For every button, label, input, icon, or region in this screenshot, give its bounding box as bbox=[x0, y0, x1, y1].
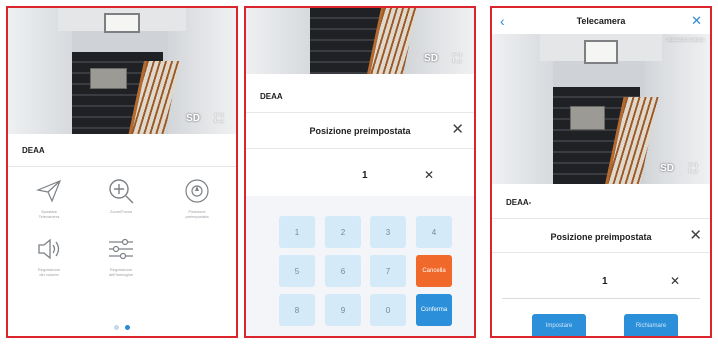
panel-camera-controls: SD ⛶ DEAA Spostare Telecamera Zoom/Focus… bbox=[6, 6, 238, 338]
close-icon[interactable]: ✕ bbox=[451, 122, 464, 137]
key-3[interactable]: 3 bbox=[370, 216, 406, 248]
key-4[interactable]: 4 bbox=[416, 216, 452, 248]
sd-button[interactable]: SD bbox=[424, 53, 438, 64]
input-underline bbox=[502, 298, 700, 299]
camera-feed[interactable]: 2019-02-01 14:53:34 SD ⛶ bbox=[492, 34, 710, 184]
wall-picture bbox=[583, 40, 619, 64]
numeric-keypad: 1 2 3 4 5 6 7 Cancella 8 9 0 Conferma bbox=[246, 196, 474, 336]
key-5[interactable]: 5 bbox=[279, 255, 315, 287]
key-1[interactable]: 1 bbox=[279, 216, 315, 248]
sd-button[interactable]: SD bbox=[660, 163, 674, 174]
panel-preset-keypad: SD ⛶ DEAA Posizione preimpostata ✕ 1 ✕ 1… bbox=[244, 6, 476, 338]
page-indicator bbox=[114, 325, 130, 330]
confirm-button[interactable]: Conferma bbox=[416, 294, 452, 326]
fullscreen-icon[interactable]: ⛶ bbox=[448, 52, 466, 66]
sd-button[interactable]: SD bbox=[186, 113, 200, 124]
richiamare-button[interactable]: Richiamare bbox=[624, 314, 678, 336]
wall-picture bbox=[103, 13, 141, 34]
speaker-icon bbox=[38, 238, 60, 260]
camera-feed[interactable]: SD ⛶ bbox=[246, 8, 474, 74]
close-icon[interactable]: ✕ bbox=[689, 228, 702, 243]
key-8[interactable]: 8 bbox=[279, 294, 315, 326]
move-camera-button[interactable]: Spostare Telecamera bbox=[20, 176, 78, 219]
zoom-focus-button[interactable]: Zoom/Focus bbox=[92, 176, 150, 214]
fullscreen-icon[interactable]: ⛶ bbox=[210, 112, 228, 126]
key-7[interactable]: 7 bbox=[370, 255, 406, 287]
key-2[interactable]: 2 bbox=[325, 216, 361, 248]
control-label: Regolazione dell'immagine bbox=[108, 267, 134, 277]
back-chevron-icon[interactable]: ‹ bbox=[500, 13, 505, 29]
volume-button[interactable]: Regolazione del volume bbox=[20, 234, 78, 277]
camera-feed[interactable]: SD ⛶ bbox=[8, 8, 236, 134]
settings-tool-icon[interactable]: ✕ bbox=[691, 13, 702, 29]
page-dot-active[interactable] bbox=[125, 325, 130, 330]
impostare-button[interactable]: Impostare bbox=[532, 314, 586, 336]
divider bbox=[246, 112, 474, 113]
target-icon bbox=[185, 179, 209, 203]
control-label: Zoom/Focus bbox=[109, 209, 133, 214]
divider bbox=[492, 218, 710, 219]
key-0[interactable]: 0 bbox=[370, 294, 406, 326]
dialog-title: Posizione preimpostata bbox=[309, 126, 411, 136]
panel-preset-actions: ‹ Telecamera ✕ 2019-02-01 14:53:34 SD ⛶ … bbox=[490, 6, 712, 338]
zoom-plus-icon bbox=[109, 179, 134, 204]
key-6[interactable]: 6 bbox=[325, 255, 361, 287]
control-label: Posizione preimpostata bbox=[185, 209, 209, 219]
fullscreen-icon[interactable]: ⛶ bbox=[684, 162, 702, 176]
control-label: Regolazione del volume bbox=[37, 267, 61, 277]
clear-input-icon[interactable]: ✕ bbox=[670, 274, 680, 288]
preset-value[interactable]: 1 bbox=[362, 170, 368, 181]
dialog-title: Posizione preimpostata bbox=[550, 232, 652, 242]
door-mat bbox=[570, 106, 606, 130]
key-9[interactable]: 9 bbox=[325, 294, 361, 326]
clear-input-icon[interactable]: ✕ bbox=[424, 168, 434, 182]
device-name: DEAA- bbox=[506, 198, 532, 207]
navigation-bar: ‹ Telecamera ✕ bbox=[492, 8, 710, 34]
control-label: Spostare Telecamera bbox=[38, 209, 60, 219]
page-title: Telecamera bbox=[576, 16, 626, 26]
cancel-button[interactable]: Cancella bbox=[416, 255, 452, 287]
door-mat bbox=[90, 68, 127, 89]
paper-plane-icon bbox=[35, 179, 62, 203]
timestamp: 2019-02-01 14:53:34 bbox=[666, 37, 704, 42]
device-name: DEAA bbox=[22, 146, 45, 155]
preset-position-button[interactable]: Posizione preimpostata bbox=[168, 176, 226, 219]
device-name: DEAA bbox=[260, 92, 283, 101]
image-settings-button[interactable]: Regolazione dell'immagine bbox=[92, 234, 150, 277]
divider bbox=[492, 252, 710, 253]
divider bbox=[8, 166, 236, 167]
page-dot[interactable] bbox=[114, 325, 119, 330]
divider bbox=[246, 148, 474, 149]
preset-value[interactable]: 1 bbox=[602, 276, 608, 287]
sliders-icon bbox=[109, 238, 133, 260]
